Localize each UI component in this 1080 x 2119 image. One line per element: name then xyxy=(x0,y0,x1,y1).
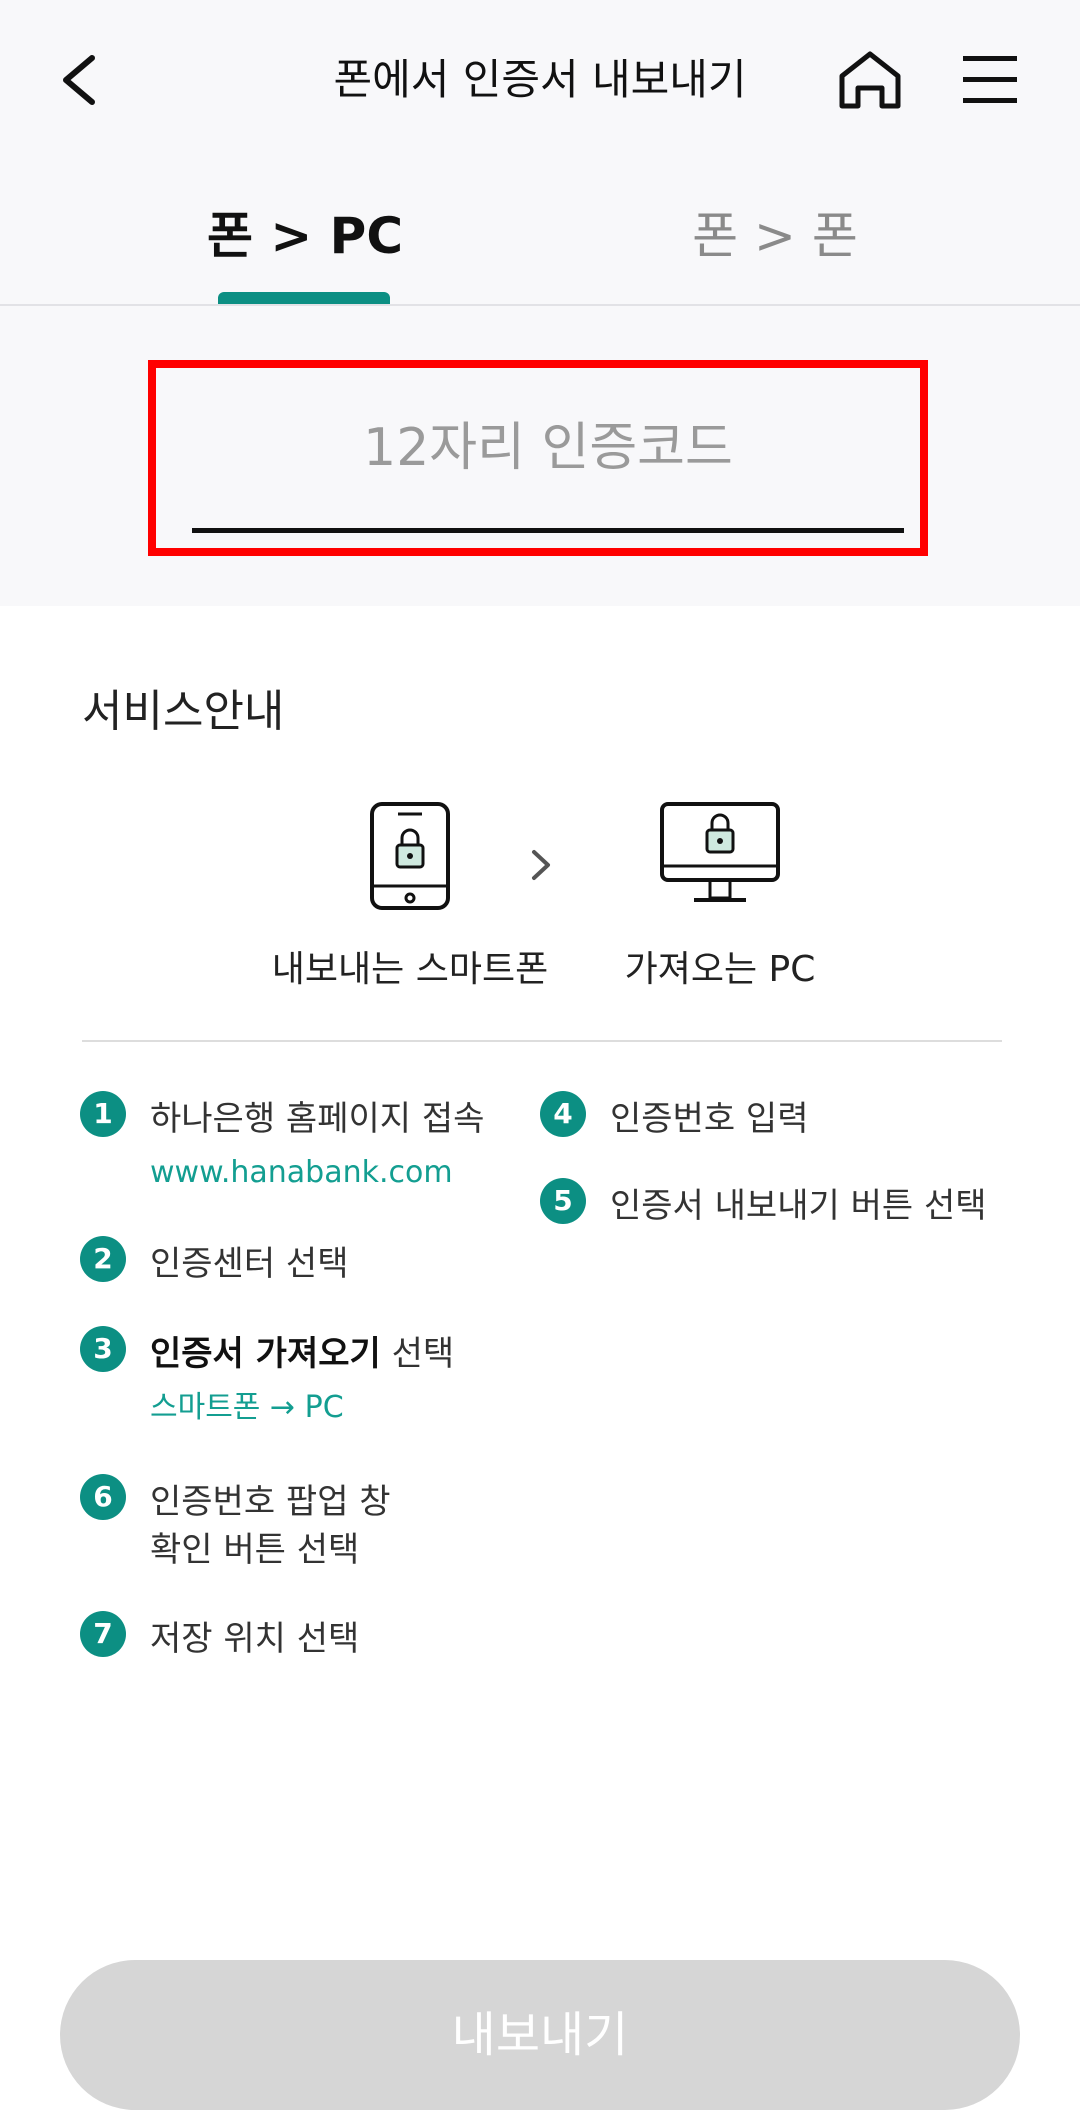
step-number: 2 xyxy=(80,1236,126,1282)
step-number: 7 xyxy=(80,1611,126,1657)
smartphone-lock-icon xyxy=(370,802,450,910)
to-device: 가져오는 PC xyxy=(600,800,840,992)
menu-button[interactable] xyxy=(955,40,1025,120)
step-text: 하나은행 홈페이지 접속 xyxy=(150,1099,485,1139)
step-text-rest: 선택 xyxy=(380,1334,455,1374)
hamburger-menu-icon xyxy=(963,56,1017,103)
page-title: 폰에서 인증서 내보내기 xyxy=(333,55,747,104)
home-button[interactable] xyxy=(830,40,910,120)
step-text: 인증서 가져오기 선택 xyxy=(150,1330,454,1378)
code-input-underline xyxy=(192,528,904,533)
export-button[interactable]: 내보내기 xyxy=(60,1960,1020,2110)
tab-phone-to-pc[interactable]: 폰 > PC xyxy=(200,180,410,304)
step-5: 5 인증서 내보내기 버튼 선택 xyxy=(540,1178,987,1230)
header: 폰에서 인증서 내보내기 xyxy=(0,0,1080,160)
step-text-bold: 인증서 가져오기 xyxy=(150,1334,381,1374)
from-device-label: 내보내는 스마트폰 xyxy=(271,949,549,990)
step-text: 인증서 내보내기 버튼 선택 xyxy=(610,1186,987,1226)
service-guide-title: 서비스안내 xyxy=(82,686,285,737)
step-sub: 스마트폰 → PC xyxy=(150,1390,344,1425)
step-number: 1 xyxy=(80,1091,126,1137)
monitor-lock-icon xyxy=(660,802,780,902)
to-device-label: 가져오는 PC xyxy=(624,949,816,990)
auth-code-input[interactable] xyxy=(192,408,904,488)
step-number: 6 xyxy=(80,1474,126,1520)
step-text: 인증번호 입력 xyxy=(610,1099,809,1139)
step-text: 인증센터 선택 xyxy=(150,1244,349,1284)
chevron-right-icon xyxy=(526,840,556,890)
tab-active-indicator xyxy=(218,292,390,304)
divider xyxy=(82,1040,1002,1042)
code-input-highlight xyxy=(148,360,928,556)
step-2: 2 인증센터 선택 xyxy=(80,1236,349,1288)
step-6: 6 인증번호 팝업 창 확인 버튼 선택 xyxy=(80,1474,391,1574)
step-text: 인증번호 팝업 창 xyxy=(150,1482,391,1522)
step-4: 4 인증번호 입력 xyxy=(540,1091,809,1143)
step-number: 5 xyxy=(540,1178,586,1224)
step-text: 저장 위치 선택 xyxy=(150,1619,360,1659)
step-1: 1 하나은행 홈페이지 접속 www.hanabank.com xyxy=(80,1091,485,1195)
step-3: 3 인증서 가져오기 선택 스마트폰 → PC xyxy=(80,1326,454,1430)
tab-phone-to-phone[interactable]: 폰 > 폰 xyxy=(660,180,890,304)
step-sub-link[interactable]: www.hanabank.com xyxy=(150,1151,484,1195)
step-number: 4 xyxy=(540,1091,586,1137)
home-icon xyxy=(839,51,901,109)
step-7: 7 저장 위치 선택 xyxy=(80,1611,360,1663)
step-number: 3 xyxy=(80,1326,126,1372)
from-device: 내보내는 스마트폰 xyxy=(220,800,600,992)
tab-bar: 폰 > PC 폰 > 폰 xyxy=(0,180,1080,306)
step-text-line2: 확인 버튼 선택 xyxy=(150,1530,360,1570)
